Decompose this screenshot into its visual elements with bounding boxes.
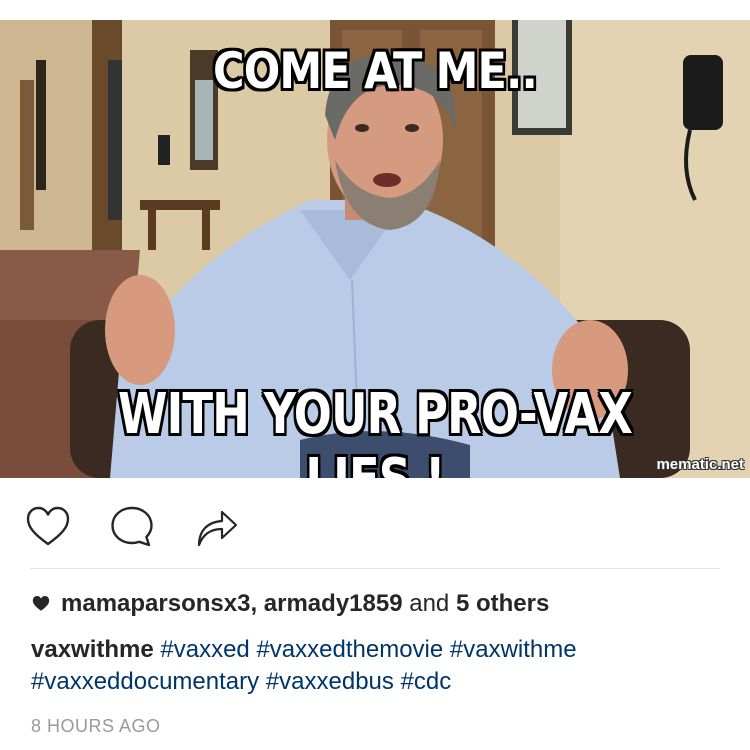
hashtag[interactable]: #vaxxed (160, 636, 249, 663)
watermark: mematic.net (656, 456, 744, 473)
hashtag[interactable]: #cdc (401, 668, 452, 695)
likes-others-link[interactable]: 5 others (456, 590, 549, 617)
hashtag[interactable]: #vaxxeddocumentary (31, 668, 259, 695)
heart-filled-icon (31, 591, 51, 619)
heart-outline-icon (26, 506, 70, 546)
liker-username[interactable]: armady1859 (264, 590, 403, 617)
like-button[interactable] (24, 503, 72, 551)
meme-bottom-text: WITH YOUR PRO-VAX LIES ! (118, 382, 633, 478)
post-photo[interactable]: COME AT ME.. WITH YOUR PRO-VAX LIES ! me… (0, 20, 750, 478)
liker-username[interactable]: mamaparsonsx3 (61, 590, 250, 617)
hashtag[interactable]: #vaxwithme (450, 636, 577, 663)
likes-separator: , (250, 590, 264, 617)
post-timestamp[interactable]: 8 HOURS AGO (31, 716, 161, 737)
caption: vaxwithme #vaxxed #vaxxedthemovie #vaxwi… (31, 634, 721, 698)
action-bar (0, 478, 750, 568)
meme-top-text: COME AT ME.. (212, 42, 538, 100)
share-arrow-icon (197, 510, 238, 547)
likes-line: mamaparsonsx3, armady1859 and 5 others (31, 590, 549, 619)
likes-and-text: and (402, 590, 456, 617)
comment-button[interactable] (108, 503, 156, 551)
caption-username[interactable]: vaxwithme (31, 636, 154, 663)
divider (30, 568, 720, 569)
hashtag[interactable]: #vaxxedbus (266, 668, 394, 695)
share-button[interactable] (192, 503, 240, 551)
hashtag[interactable]: #vaxxedthemovie (256, 636, 443, 663)
speech-bubble-icon (111, 506, 153, 547)
